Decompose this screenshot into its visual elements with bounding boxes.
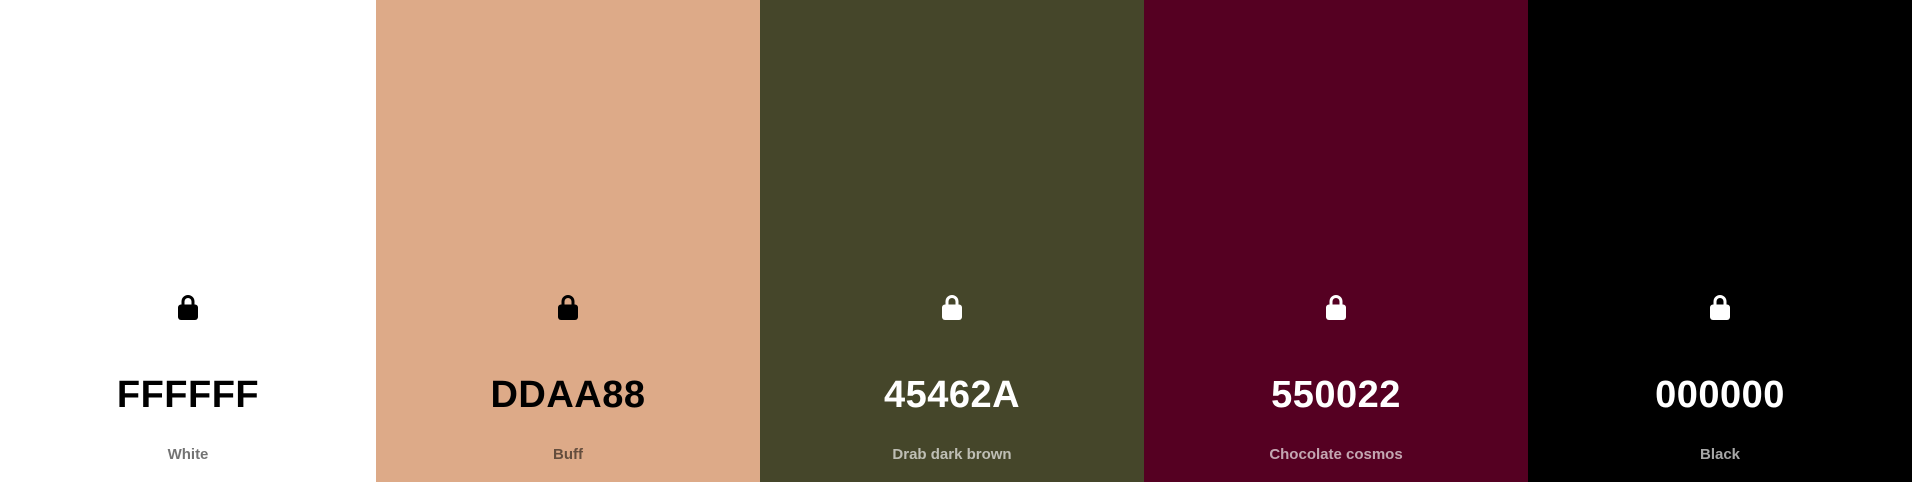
color-swatch-chocolate-cosmos[interactable]: 550022 Chocolate cosmos xyxy=(1144,0,1528,482)
hex-code[interactable]: 45462A xyxy=(760,372,1144,418)
color-swatch-white[interactable]: FFFFFF White xyxy=(0,0,376,482)
color-swatch-buff[interactable]: DDAA88 Buff xyxy=(376,0,760,482)
color-name: White xyxy=(167,446,209,463)
color-palette: FFFFFF White DDAA88 Buff 45462A Drab dar… xyxy=(0,0,1912,482)
color-swatch-drab-dark-brown[interactable]: 45462A Drab dark brown xyxy=(760,0,1144,482)
hex-code[interactable]: 000000 xyxy=(1528,372,1912,418)
color-name: Drab dark brown xyxy=(892,446,1012,463)
lock-icon[interactable] xyxy=(938,292,966,322)
lock-icon[interactable] xyxy=(554,292,582,322)
hex-code[interactable]: FFFFFF xyxy=(0,372,376,418)
color-name: Chocolate cosmos xyxy=(1269,446,1403,463)
color-name: Black xyxy=(1699,446,1741,463)
hex-code[interactable]: 550022 xyxy=(1144,372,1528,418)
lock-icon[interactable] xyxy=(1706,292,1734,322)
lock-icon[interactable] xyxy=(174,292,202,322)
color-name: Buff xyxy=(553,446,583,463)
hex-code[interactable]: DDAA88 xyxy=(376,372,760,418)
lock-icon[interactable] xyxy=(1322,292,1350,322)
color-swatch-black[interactable]: 000000 Black xyxy=(1528,0,1912,482)
